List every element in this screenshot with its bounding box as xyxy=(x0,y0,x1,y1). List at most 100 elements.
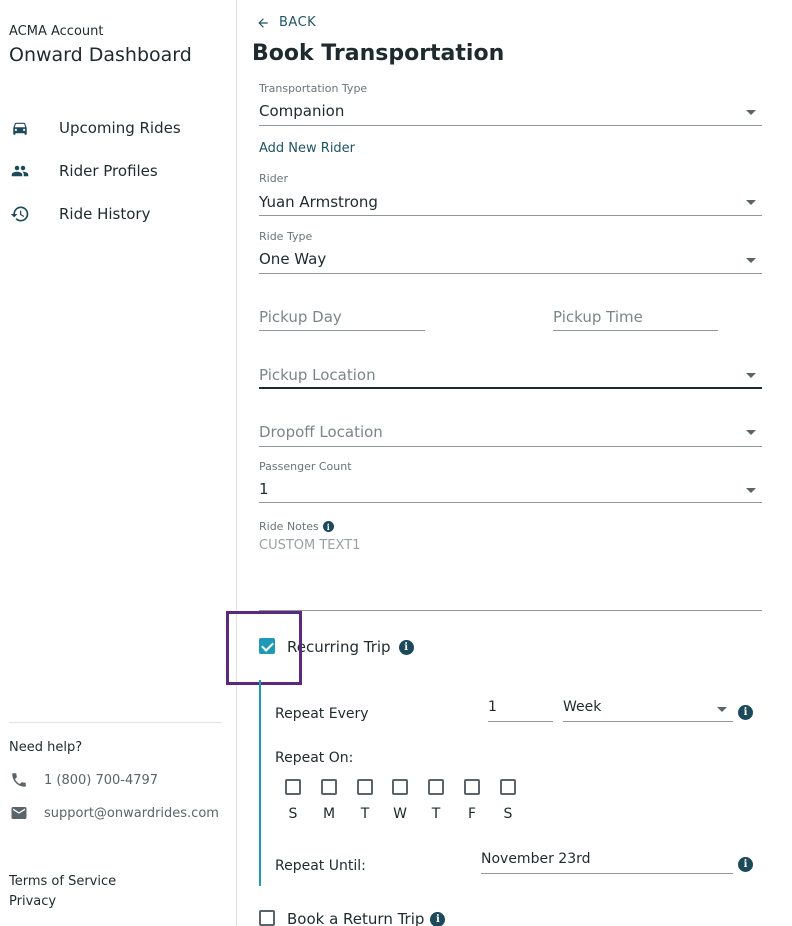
mail-icon xyxy=(9,803,29,823)
field-value: Yuan Armstrong xyxy=(259,193,378,211)
dropdown-caret-icon xyxy=(746,488,756,493)
day-label: F xyxy=(467,806,477,822)
privacy-link[interactable]: Privacy xyxy=(9,894,56,909)
back-button[interactable]: BACK xyxy=(256,15,316,30)
repeat-until-input[interactable]: November 23rd xyxy=(481,851,733,875)
nav-item-rider-profiles[interactable]: Rider Profiles xyxy=(0,154,236,188)
dropdown-caret-icon xyxy=(746,258,756,263)
account-label: ACMA Account xyxy=(9,24,104,39)
field-value: 1 xyxy=(488,699,497,715)
day-label: W xyxy=(393,806,407,822)
field-label: Passenger Count xyxy=(259,460,352,473)
day-label: M xyxy=(322,806,336,822)
help-phone-text: 1 (800) 700-4797 xyxy=(44,772,159,788)
terms-link[interactable]: Terms of Service xyxy=(9,874,116,889)
field-value: 1 xyxy=(259,480,269,498)
back-label: BACK xyxy=(279,15,317,30)
field-underline xyxy=(259,387,762,389)
field-underline xyxy=(563,721,733,722)
field-value: CUSTOM TEXT1 xyxy=(259,538,361,553)
recurring-trip-label-text: Recurring Trip xyxy=(287,638,391,656)
help-title: Need help? xyxy=(9,740,83,755)
help-phone[interactable]: 1 (800) 700-4797 xyxy=(9,770,158,790)
field-underline xyxy=(259,125,762,126)
nav-label: Ride History xyxy=(59,205,151,223)
recurring-section-bar xyxy=(259,680,261,886)
ride-type-select[interactable]: Ride Type One Way xyxy=(259,229,762,275)
field-label: Transportation Type xyxy=(259,82,368,95)
repeat-every-input[interactable]: 1 xyxy=(488,698,553,723)
field-value: Week xyxy=(563,699,602,715)
repeat-every-label: Repeat Every xyxy=(275,706,369,722)
sidebar: ACMA Account Onward Dashboard Upcoming R… xyxy=(0,0,237,926)
pickup-location-select[interactable]: Pickup Location xyxy=(259,364,762,390)
dropdown-caret-icon xyxy=(746,373,756,378)
pickup-time-input[interactable]: Pickup Time xyxy=(553,306,718,332)
dropdown-caret-icon xyxy=(717,707,727,712)
field-value: Companion xyxy=(259,102,345,120)
field-value: November 23rd xyxy=(481,851,591,867)
add-new-rider-button[interactable]: Add New Rider xyxy=(259,141,355,156)
info-icon[interactable]: i xyxy=(322,521,334,532)
dropdown-caret-icon xyxy=(746,110,756,115)
day-checkbox-wednesday[interactable] xyxy=(392,779,408,795)
rider-select[interactable]: Rider Yuan Armstrong xyxy=(259,171,762,217)
repeat-unit-select[interactable]: Week xyxy=(563,698,733,723)
car-icon xyxy=(9,117,31,139)
repeat-on-label: Repeat On: xyxy=(275,750,354,766)
return-trip-label: Book a Return Trip i xyxy=(287,910,446,926)
field-underline xyxy=(553,330,718,331)
field-underline xyxy=(259,446,762,447)
day-label: S xyxy=(503,806,513,822)
field-underline xyxy=(259,610,762,611)
field-placeholder: Pickup Location xyxy=(259,366,376,384)
info-icon[interactable]: i xyxy=(738,857,753,872)
day-checkbox-monday[interactable] xyxy=(321,779,337,795)
passenger-count-select[interactable]: Passenger Count 1 xyxy=(259,459,762,505)
day-label: T xyxy=(360,806,370,822)
dashboard-title: Onward Dashboard xyxy=(9,44,192,66)
arrow-left-icon xyxy=(258,17,268,28)
info-icon[interactable]: i xyxy=(398,639,414,655)
field-placeholder: Dropoff Location xyxy=(259,423,383,441)
info-icon[interactable]: i xyxy=(738,705,753,720)
dropoff-location-select[interactable]: Dropoff Location xyxy=(259,421,762,447)
return-trip-checkbox[interactable] xyxy=(259,910,275,926)
repeat-until-label: Repeat Until: xyxy=(275,858,366,874)
day-checkbox-friday[interactable] xyxy=(464,779,480,795)
day-checkbox-sunday[interactable] xyxy=(285,779,301,795)
field-underline xyxy=(488,721,553,722)
field-label: Ride Notes i xyxy=(259,520,334,533)
people-icon xyxy=(9,160,31,182)
dropdown-caret-icon xyxy=(746,200,756,205)
nav-item-ride-history[interactable]: Ride History xyxy=(0,197,236,231)
field-placeholder: Pickup Time xyxy=(553,308,643,326)
day-label: S xyxy=(288,806,298,822)
field-underline xyxy=(481,873,733,874)
info-icon[interactable]: i xyxy=(430,911,446,926)
field-value: One Way xyxy=(259,250,327,268)
field-underline xyxy=(259,502,762,503)
phone-icon xyxy=(9,770,29,790)
return-trip-label-text: Book a Return Trip xyxy=(287,910,425,926)
help-email[interactable]: support@onwardrides.com xyxy=(9,803,219,823)
transportation-type-select[interactable]: Transportation Type Companion xyxy=(259,81,762,127)
field-label: Ride Type xyxy=(259,230,313,243)
day-checkbox-tuesday[interactable] xyxy=(357,779,373,795)
recurring-trip-label: Recurring Trip i xyxy=(287,638,414,656)
help-email-text: support@onwardrides.com xyxy=(44,805,219,821)
day-checkbox-thursday[interactable] xyxy=(428,779,444,795)
nav-item-upcoming-rides[interactable]: Upcoming Rides xyxy=(0,111,236,145)
field-underline xyxy=(259,330,425,331)
day-checkbox-saturday[interactable] xyxy=(500,779,516,795)
day-label: T xyxy=(431,806,441,822)
field-underline xyxy=(259,215,762,216)
ride-notes-textarea[interactable]: Ride Notes i CUSTOM TEXT1 xyxy=(259,519,762,613)
nav-label: Upcoming Rides xyxy=(59,119,181,137)
dropdown-caret-icon xyxy=(746,430,756,435)
field-label: Rider xyxy=(259,172,288,185)
pickup-day-input[interactable]: Pickup Day xyxy=(259,306,425,332)
recurring-trip-checkbox[interactable] xyxy=(259,638,275,654)
sidebar-divider xyxy=(9,722,222,723)
page-title: Book Transportation xyxy=(252,41,505,66)
